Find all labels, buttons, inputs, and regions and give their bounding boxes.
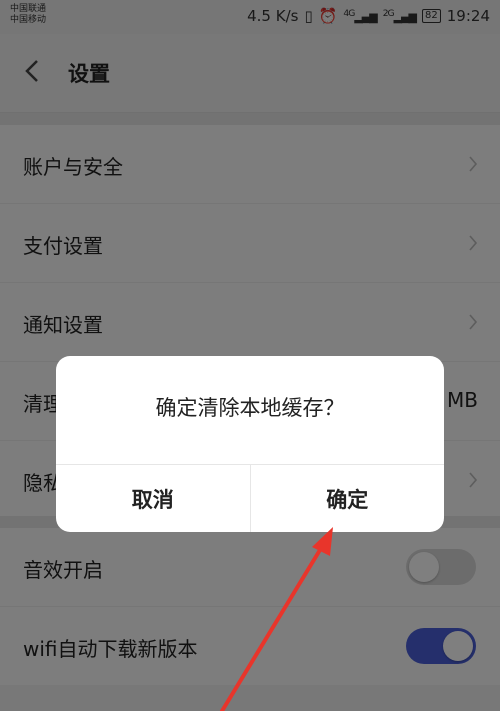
cancel-button[interactable]: 取消	[56, 465, 250, 532]
dialog-buttons: 取消 确定	[56, 464, 444, 532]
dialog-message: 确定清除本地缓存？	[155, 396, 345, 420]
clear-cache-dialog: 确定清除本地缓存？ 取消 确定	[56, 356, 444, 532]
confirm-button[interactable]: 确定	[249, 465, 445, 532]
